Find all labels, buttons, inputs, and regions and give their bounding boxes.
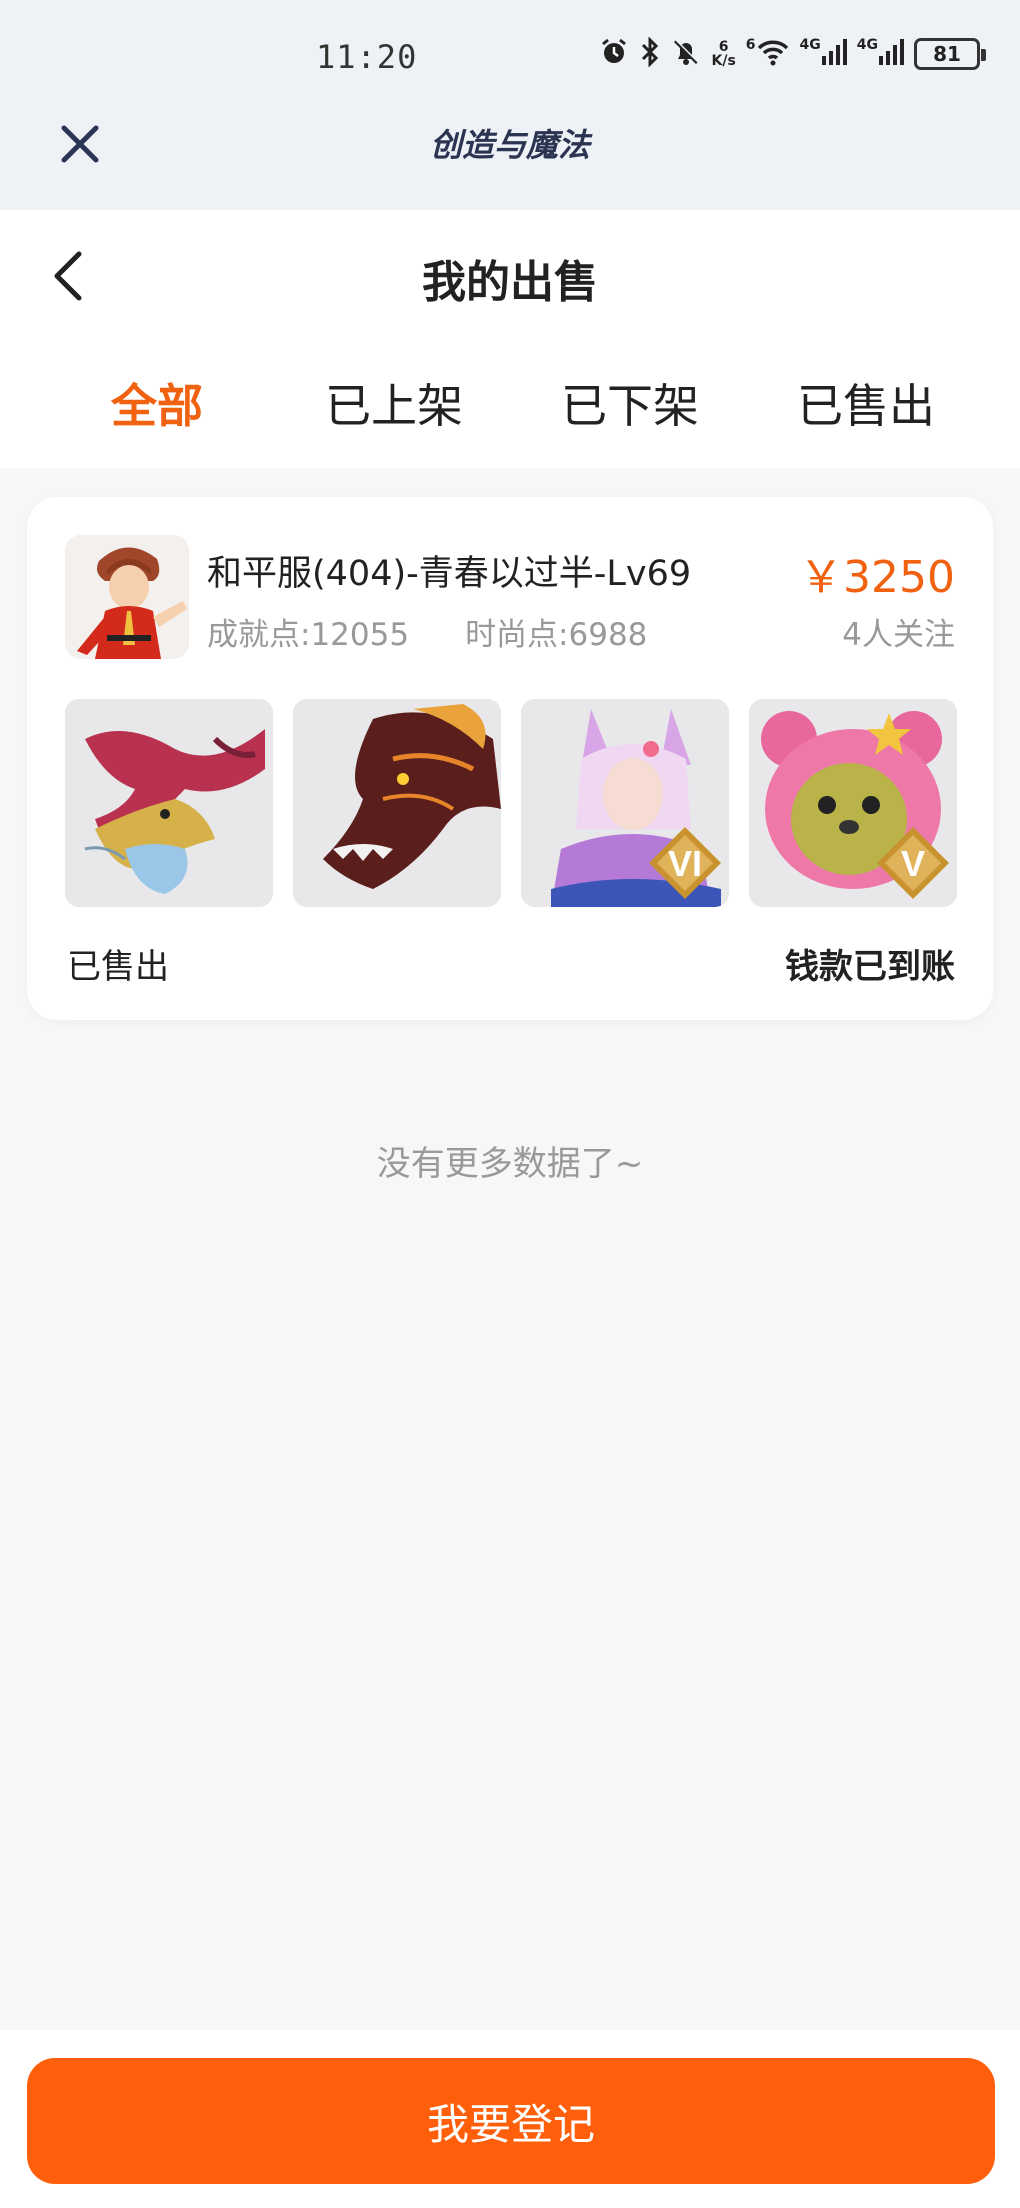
signal-icon [878,38,904,71]
app-title: 创造与魔法 [429,126,590,164]
net-speed-unit: K/s [711,53,736,69]
wifi-number: 6 [745,36,756,53]
tab-delisted[interactable]: 已下架 [510,370,750,436]
listing-price: ￥3250 [799,552,955,603]
end-of-list-note: 没有更多数据了~ [376,1144,644,1184]
signal-indicator-1: 4G [800,38,847,71]
fashion-points: 时尚点:6988 [465,617,648,653]
thumbnail-fire-dragon[interactable] [293,699,501,907]
net-speed: 6 K/s [711,40,735,68]
bell-muted-icon [671,37,701,72]
battery-level: 81 [933,42,961,66]
tier-badge-icon: V [877,827,949,899]
thumbnail-fox-girl[interactable]: VI [521,699,729,907]
tab-all[interactable]: 全部 [37,370,277,436]
listing-card[interactable]: 和平服(404)-青春以过半-Lv69 成就点:12055 时尚点:6988 ￥3… [27,497,993,1020]
net-speed-value: 6 [718,39,729,55]
thumbnail-pink-bear[interactable]: V [749,699,957,907]
character-avatar [65,535,189,659]
tab-bar: 全部 已上架 已下架 已售出 [0,370,1020,440]
tier-badge-icon: VI [649,827,721,899]
tab-listed[interactable]: 已上架 [274,370,514,436]
signal-icon [821,38,847,71]
listing-title: 和平服(404)-青春以过半-Lv69 [207,554,692,594]
badge-label: V [901,843,925,884]
signal-1-label: 4G [799,36,821,53]
payment-status: 钱款已到账 [785,947,955,987]
battery-icon: 81 [914,38,986,70]
tab-sold[interactable]: 已售出 [746,370,986,436]
listing-status: 已售出 [67,947,169,987]
signal-2-label: 4G [856,36,878,53]
alarm-icon [599,37,629,72]
signal-indicator-2: 4G [857,38,904,71]
thumbnail-row: VI V [65,699,957,907]
wifi-indicator: 6 [746,38,790,71]
status-time: 11:20 [316,38,418,76]
follower-count: 4人关注 [842,617,955,653]
achievement-points: 成就点:12055 [207,617,410,653]
listing-stats: 成就点:12055 时尚点:6988 [207,609,647,654]
wifi-icon [756,38,790,71]
thumbnail-ice-dragon[interactable] [65,699,273,907]
badge-label: VI [668,843,702,884]
page-title: 我的出售 [422,257,598,308]
register-button[interactable]: 我要登记 [27,2058,995,2184]
status-icons: 6 K/s 6 4G 4G 81 [599,34,986,74]
bluetooth-icon [639,35,661,72]
